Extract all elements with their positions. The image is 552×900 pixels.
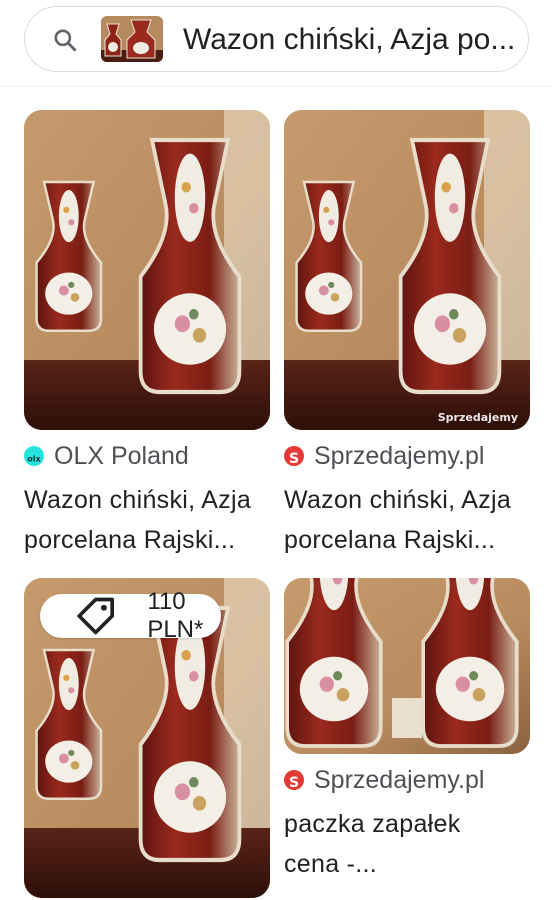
sprzedajemy-logo-icon: S xyxy=(284,446,304,467)
result-title[interactable]: Wazon chiński, Azja porcelana Rajski... xyxy=(284,480,536,560)
search-icon[interactable] xyxy=(52,27,78,53)
sprzedajemy-logo-icon: S xyxy=(284,770,304,791)
result-source-label: Sprzedajemy.pl xyxy=(314,766,485,794)
result-source[interactable]: olx OLX Poland xyxy=(24,442,189,470)
result-source-label: OLX Poland xyxy=(54,442,189,470)
olx-logo-icon: olx xyxy=(24,446,44,466)
result-image[interactable] xyxy=(284,578,530,754)
result-image[interactable]: Sprzedajemy xyxy=(284,110,530,430)
result-source[interactable]: S Sprzedajemy.pl xyxy=(284,442,484,470)
result-title[interactable]: Wazon chiński, Azja porcelana Rajski... xyxy=(24,480,276,560)
svg-text:S: S xyxy=(289,775,299,791)
result-image[interactable] xyxy=(24,110,270,430)
result-title[interactable]: paczka zapałek cena -... xyxy=(284,804,536,884)
search-bar[interactable]: Wazon chiński, Azja po... xyxy=(24,6,529,72)
image-watermark: Sprzedajemy xyxy=(437,411,518,424)
price-badge: 110 PLN* xyxy=(40,588,221,643)
svg-text:olx: olx xyxy=(27,455,41,464)
header-divider xyxy=(0,86,552,87)
result-image[interactable]: 110 PLN* xyxy=(24,578,270,898)
svg-text:S: S xyxy=(289,451,299,467)
query-image-thumbnail[interactable] xyxy=(101,16,163,62)
price-label: 110 PLN* xyxy=(147,588,204,643)
search-query-text[interactable]: Wazon chiński, Azja po... xyxy=(183,24,513,56)
tag-icon xyxy=(77,597,114,635)
result-source[interactable]: S Sprzedajemy.pl xyxy=(284,766,484,794)
result-source-label: Sprzedajemy.pl xyxy=(314,442,485,470)
